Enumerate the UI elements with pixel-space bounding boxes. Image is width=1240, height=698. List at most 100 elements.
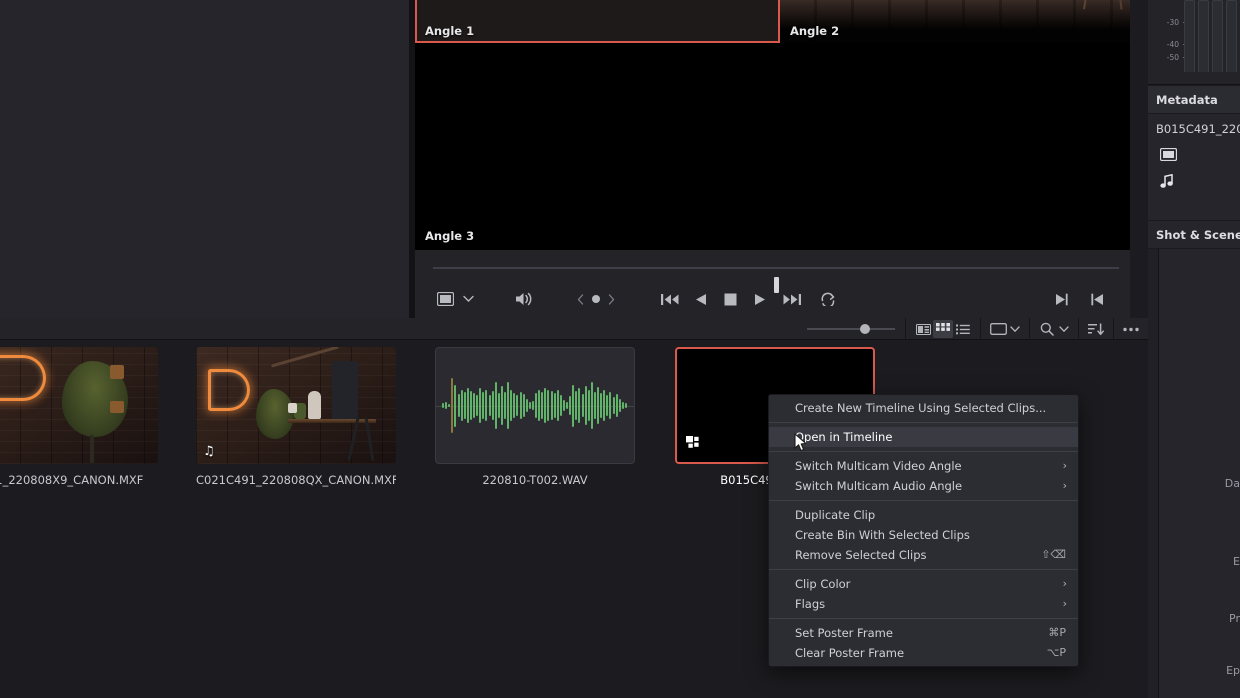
media-pool-clip[interactable]: ♫ C021C491_220808QX_CANON.MXF — [196, 347, 396, 487]
viewer-mode-button[interactable] — [437, 292, 454, 306]
waveform-bar — [575, 391, 577, 420]
chevron-right-icon: › — [1063, 476, 1067, 496]
volume-button[interactable] — [514, 291, 534, 307]
search-icon[interactable] — [1037, 320, 1057, 338]
menu-item[interactable]: Switch Multicam Audio Angle› — [769, 476, 1078, 496]
waveform-bar — [594, 392, 596, 419]
jump-to-end-button[interactable] — [783, 293, 801, 306]
plant-decor — [256, 389, 294, 439]
monitor-object — [332, 361, 358, 419]
scrubber-track[interactable] — [433, 267, 1119, 269]
neon-sign-icon — [0, 355, 46, 401]
waveform-bar — [520, 392, 522, 419]
waveform-bar — [619, 399, 621, 412]
waveform-bar — [535, 393, 537, 418]
waveform-bar — [467, 388, 469, 424]
thumbnail-zoom-slider[interactable] — [797, 318, 905, 340]
waveform-bar — [501, 386, 503, 426]
waveform-bar — [507, 382, 509, 428]
menu-item-label: Create New Timeline Using Selected Clips… — [795, 401, 1046, 415]
mark-in-button[interactable] — [1091, 293, 1104, 306]
menu-item-shortcut: ⌘P — [1048, 623, 1066, 643]
grid-icon[interactable] — [933, 320, 953, 338]
sort-icon[interactable] — [1086, 320, 1106, 338]
multicam-angle-2[interactable]: Angle 2 — [780, 0, 1130, 43]
tripod-leg-icon — [1112, 0, 1123, 10]
context-menu[interactable]: Create New Timeline Using Selected Clips… — [768, 394, 1079, 667]
video-clip-icon[interactable] — [1160, 146, 1177, 165]
clip-filename: C491_220808X9_CANON.MXF — [0, 473, 158, 487]
media-pool-clip[interactable]: 220810-T002.WAV — [435, 347, 635, 487]
waveform-bar — [451, 378, 453, 433]
menu-item-label: Flags — [795, 597, 825, 611]
waveform-bar — [569, 396, 571, 415]
play-reverse-button[interactable] — [695, 293, 707, 306]
multicam-viewer[interactable]: Angle 1 Angle 2 Angle 3 — [415, 0, 1130, 250]
chevron-down-icon[interactable] — [1008, 320, 1022, 338]
meter-bar — [1184, 0, 1195, 72]
menu-item[interactable]: Set Poster Frame⌘P — [769, 623, 1078, 643]
loop-button[interactable] — [820, 292, 836, 306]
menu-item[interactable]: Clear Poster Frame⌥P — [769, 643, 1078, 663]
music-note-icon[interactable] — [1160, 174, 1177, 193]
more-icon[interactable] — [1121, 320, 1141, 338]
waveform-bar — [554, 393, 556, 418]
inspector-field-label-4: Ep — [1226, 664, 1240, 677]
sort-group — [1078, 318, 1113, 340]
mark-out-button[interactable] — [1055, 293, 1068, 306]
waveform-bar — [513, 393, 515, 418]
menu-separator — [769, 500, 1078, 501]
multicam-angle-3[interactable]: Angle 3 — [415, 43, 1130, 250]
menu-item[interactable]: Duplicate Clip — [769, 505, 1078, 525]
metadata-view-icon[interactable] — [913, 320, 933, 338]
waveform-bar — [606, 395, 608, 416]
clip-thumbnail[interactable] — [0, 347, 158, 464]
menu-item[interactable]: Create New Timeline Using Selected Clips… — [769, 398, 1078, 418]
menu-item[interactable]: Flags› — [769, 594, 1078, 614]
waveform-bar — [600, 393, 602, 418]
jump-to-start-button[interactable] — [661, 293, 679, 306]
stop-button[interactable] — [724, 293, 737, 306]
play-button[interactable] — [754, 293, 766, 306]
meter-label-30: -30 — [1167, 18, 1179, 27]
menu-item[interactable]: Remove Selected Clips⇧⌫ — [769, 545, 1078, 565]
menu-item[interactable]: Switch Multicam Video Angle› — [769, 456, 1078, 476]
list-icon[interactable] — [953, 320, 973, 338]
waveform-bar — [541, 392, 543, 419]
chevron-down-icon[interactable] — [1057, 320, 1071, 338]
media-pool-toolbar-controls — [797, 318, 1148, 340]
metadata-fields-panel: Da E Pr Ep — [1148, 248, 1240, 698]
waveform-bar — [489, 395, 491, 416]
zoom-slider-knob[interactable] — [860, 324, 870, 334]
transport-bar — [415, 250, 1130, 318]
multicam-angle-1[interactable]: Angle 1 — [415, 0, 780, 43]
keyframe-button[interactable] — [591, 294, 601, 304]
waveform-bar — [551, 391, 553, 420]
waveform-bar — [622, 402, 624, 408]
next-keyframe-button[interactable] — [608, 294, 615, 305]
shot-and-scene-section[interactable]: Shot & Scene — [1148, 220, 1240, 248]
waveform-bar — [492, 391, 494, 420]
clip-filename: C021C491_220808QX_CANON.MXF — [196, 473, 396, 487]
shot-and-scene-label: Shot & Scene — [1156, 228, 1240, 242]
menu-item[interactable]: Clip Color› — [769, 574, 1078, 594]
clip-thumbnail[interactable]: ♫ — [196, 347, 396, 464]
waveform-bar — [557, 390, 559, 422]
zoom-slider-track[interactable] — [807, 328, 895, 330]
media-pool-clip[interactable]: C491_220808X9_CANON.MXF — [0, 347, 158, 487]
waveform-bar — [473, 393, 475, 418]
menu-separator — [769, 569, 1078, 570]
meters-footer — [1148, 72, 1240, 85]
menu-item[interactable]: Create Bin With Selected Clips — [769, 525, 1078, 545]
neon-sign-icon — [208, 369, 250, 411]
rectangle-icon[interactable] — [988, 320, 1008, 338]
clip-thumbnail[interactable] — [435, 347, 635, 464]
waveform-bar — [529, 402, 531, 408]
menu-item[interactable]: Open in Timeline — [769, 427, 1078, 447]
left-media-panel — [0, 0, 409, 318]
meter-bar — [1198, 0, 1209, 72]
waveform-bar — [526, 399, 528, 412]
options-group — [1113, 318, 1148, 340]
viewer-mode-dropdown[interactable] — [463, 295, 474, 303]
prev-keyframe-button[interactable] — [577, 294, 584, 305]
